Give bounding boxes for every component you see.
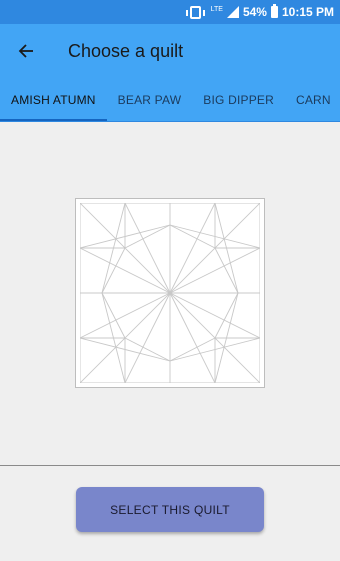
page-title: Choose a quilt <box>68 40 184 61</box>
battery-percent: 54% <box>242 5 267 19</box>
tab-amish-atumn[interactable]: AMISH ATUMN <box>0 78 107 121</box>
quilt-preview <box>75 198 265 388</box>
vibrate-icon <box>185 5 205 19</box>
signal-icon <box>226 6 239 18</box>
back-button[interactable] <box>0 24 52 78</box>
network-type: LTE <box>210 5 223 13</box>
app-bar: Choose a quilt <box>0 24 340 78</box>
tab-big-dipper[interactable]: BIG DIPPER <box>192 78 285 121</box>
quilt-preview-area <box>0 122 340 465</box>
clock: 10:15 PM <box>281 5 334 19</box>
select-quilt-button[interactable]: SELECT THIS QUILT <box>76 487 264 532</box>
status-bar: LTE 54% 10:15 PM <box>0 0 340 24</box>
arrow-left-icon <box>18 44 33 58</box>
battery-icon <box>270 4 278 18</box>
quilt-pattern-image <box>80 203 260 383</box>
tab-bear-paw[interactable]: BEAR PAW <box>107 78 193 121</box>
tab-carn[interactable]: CARN <box>285 78 340 121</box>
quilt-tab-bar: AMISH ATUMN BEAR PAW BIG DIPPER CARN <box>0 78 340 122</box>
bottom-action-area: SELECT THIS QUILT <box>0 466 340 561</box>
